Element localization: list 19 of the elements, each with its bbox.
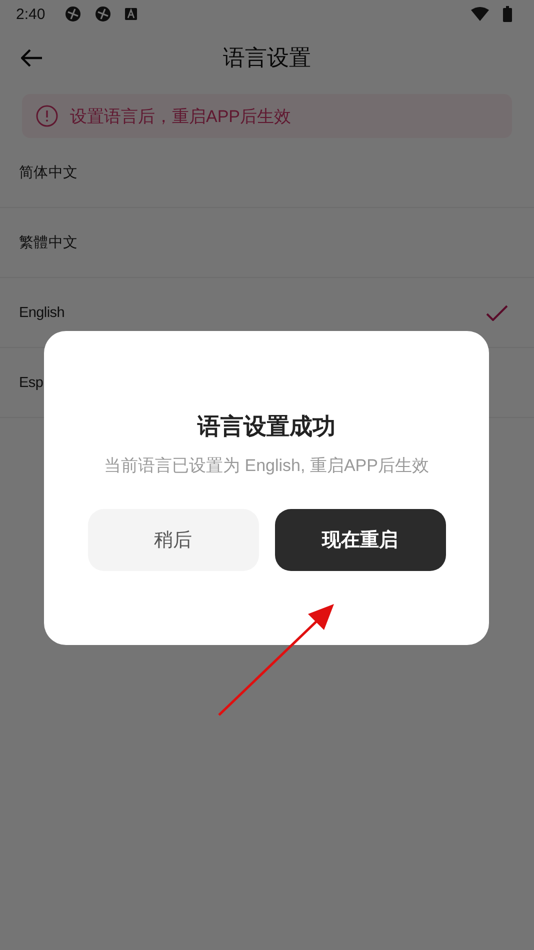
language-label: English	[19, 304, 64, 320]
page-title: 语言设置	[223, 44, 311, 72]
notice-text: 设置语言后，重启APP后生效	[70, 106, 292, 128]
status-time: 2:40	[16, 6, 46, 22]
dialog-title: 语言设置成功	[198, 412, 336, 441]
language-label: 繁體中文	[19, 234, 78, 252]
battery-icon	[503, 6, 512, 22]
alert-icon	[36, 105, 58, 127]
dialog-message: 当前语言已设置为 English, 重启APP后生效	[103, 455, 430, 477]
app-icon	[65, 6, 82, 22]
language-item[interactable]: 繁體中文	[0, 208, 534, 278]
language-label: Esp	[19, 374, 44, 390]
keyboard-icon	[125, 8, 138, 20]
app-icon	[95, 6, 112, 22]
language-item[interactable]: 简体中文	[0, 138, 534, 208]
restart-button[interactable]: 现在重启	[274, 509, 446, 571]
later-button[interactable]: 稍后	[88, 509, 258, 571]
wifi-icon	[471, 7, 489, 21]
language-label: 简体中文	[19, 164, 78, 182]
